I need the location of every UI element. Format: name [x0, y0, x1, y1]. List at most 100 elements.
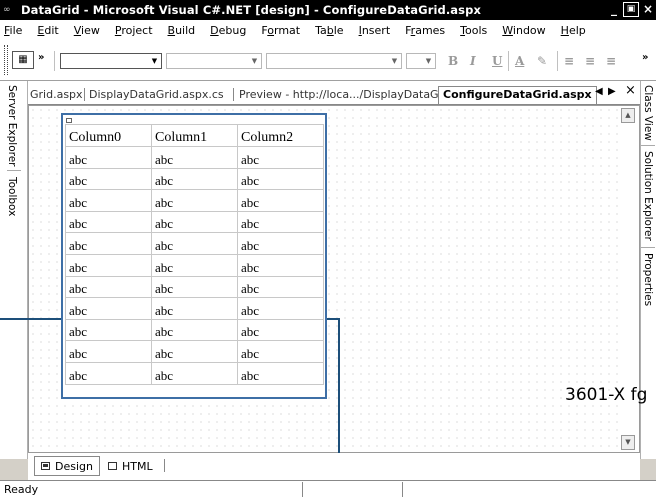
layout-grid-icon[interactable]: ▦	[12, 51, 34, 69]
table-cell: abc	[237, 232, 324, 255]
table-row: abc abc abc	[65, 146, 324, 169]
table-cell: abc	[151, 253, 238, 277]
menu-project[interactable]: Project	[115, 24, 153, 37]
toolbox-tab[interactable]: Toolbox	[6, 177, 18, 216]
table-cell: abc	[151, 297, 238, 320]
italic-button[interactable]: I	[470, 54, 476, 68]
solution-explorer-tab[interactable]: Solution Explorer	[642, 151, 654, 241]
font-color-button[interactable]: A	[515, 54, 524, 68]
table-cell: abc	[65, 253, 152, 277]
toolbar-separator	[54, 51, 55, 71]
menu-build[interactable]: Build	[168, 24, 196, 37]
table-cell: abc	[151, 318, 238, 342]
table-cell: abc	[151, 146, 238, 169]
properties-tab[interactable]: Properties	[642, 253, 654, 306]
bold-button[interactable]: B	[448, 54, 458, 68]
menu-format[interactable]: Format	[261, 24, 300, 37]
table-cell: abc	[65, 340, 152, 363]
close-document-icon[interactable]: ×	[625, 83, 636, 98]
design-view-tab[interactable]: Design	[34, 456, 100, 476]
menu-help[interactable]: Help	[561, 24, 586, 37]
table-row: abc abc abc	[65, 189, 324, 212]
minimize-button[interactable]: _	[606, 2, 622, 17]
menu-frames[interactable]: Frames	[405, 24, 445, 37]
table-cell: abc	[151, 275, 238, 299]
table-cell: abc	[237, 340, 324, 363]
html-view-tab[interactable]: HTML	[102, 456, 159, 476]
table-cell: abc	[237, 275, 324, 299]
server-explorer-tab[interactable]: Server Explorer	[6, 85, 18, 167]
tab-divider	[164, 459, 165, 472]
design-view-label: Design	[55, 459, 93, 473]
scroll-down-icon[interactable]: ▼	[621, 435, 635, 450]
chevron-down-icon: ▼	[391, 57, 398, 65]
table-row: abc abc abc	[65, 253, 324, 277]
table-cell: abc	[65, 146, 152, 169]
column-header: Column1	[151, 124, 238, 147]
table-cell: abc	[237, 297, 324, 320]
table-cell: abc	[65, 167, 152, 191]
toolbar-overflow-chevron[interactable]: »	[38, 52, 44, 63]
menu-edit[interactable]: Edit	[37, 24, 58, 37]
tab-scroll-right-icon[interactable]: ▶	[608, 86, 616, 97]
table-cell: abc	[151, 189, 238, 212]
table-cell: abc	[237, 253, 324, 277]
style-combo[interactable]: ▼	[406, 53, 436, 69]
align-right-icon[interactable]: ≡	[606, 54, 616, 68]
close-button[interactable]: ×	[640, 2, 656, 17]
html-view-icon	[108, 462, 117, 470]
table-cell: abc	[65, 361, 152, 385]
datagrid-table: Column0 Column1 Column2 abc abc abc abc abc a…	[65, 124, 324, 385]
doc-tab-configuredatagrid[interactable]: ConfigureDataGrid.aspx	[438, 86, 597, 104]
document-tabs: Grid.aspx DisplayDataGrid.aspx.cs Previe…	[28, 81, 640, 105]
align-left-icon[interactable]: ≡	[564, 54, 574, 68]
callout-line-left	[0, 318, 61, 320]
class-view-tab[interactable]: Class View	[642, 85, 654, 141]
align-center-icon[interactable]: ≡	[585, 54, 595, 68]
restore-button[interactable]: ▣	[623, 2, 639, 17]
control-glyph-icon[interactable]	[66, 118, 72, 123]
table-cell: abc	[151, 167, 238, 191]
figure-id: 3601-X fg	[565, 385, 648, 405]
tab-divider	[233, 88, 234, 101]
datagrid-control[interactable]: Column0 Column1 Column2 abc abc abc abc abc a…	[61, 113, 327, 399]
status-text: Ready	[4, 483, 39, 496]
title-bar: ∞ DataGrid - Microsoft Visual C#.NET [de…	[0, 0, 656, 20]
tab-scroll-left-icon[interactable]: ◀	[595, 86, 603, 97]
toolbar-grip[interactable]	[4, 45, 8, 75]
view-tabs: Design HTML	[28, 453, 640, 480]
menu-insert[interactable]: Insert	[359, 24, 391, 37]
toolbar-separator	[557, 51, 558, 71]
html-view-label: HTML	[122, 459, 153, 473]
tab-divider	[641, 145, 655, 146]
table-row: abc abc abc	[65, 232, 324, 255]
tab-divider	[641, 247, 655, 248]
toolbar-overflow-chevron[interactable]: »	[642, 52, 648, 63]
table-cell: abc	[65, 275, 152, 299]
table-header-row: Column0 Column1 Column2	[65, 124, 324, 147]
doc-tab-displaydatagrid-cs[interactable]: DisplayDataGrid.aspx.cs	[89, 88, 224, 101]
menu-debug[interactable]: Debug	[210, 24, 246, 37]
table-cell: abc	[65, 189, 152, 212]
menu-window[interactable]: Window	[502, 24, 545, 37]
menu-view[interactable]: View	[74, 24, 100, 37]
table-cell: abc	[151, 340, 238, 363]
menu-file[interactable]: File	[4, 24, 22, 37]
menu-tools[interactable]: Tools	[460, 24, 487, 37]
font-size-combo[interactable]: ▼	[266, 53, 402, 69]
doc-tab-grid[interactable]: Grid.aspx	[30, 88, 83, 101]
menu-table[interactable]: Table	[315, 24, 343, 37]
table-row: abc abc abc	[65, 275, 324, 299]
highlight-icon[interactable]: ✎	[537, 54, 547, 68]
scroll-up-icon[interactable]: ▲	[621, 108, 635, 123]
tab-divider	[84, 88, 85, 101]
table-cell: abc	[151, 361, 238, 385]
table-cell: abc	[237, 146, 324, 169]
block-format-combo[interactable]: ▼	[60, 53, 162, 69]
table-cell: abc	[237, 318, 324, 342]
underline-button[interactable]: U	[492, 54, 502, 68]
window-controls: _ ▣ ×	[605, 2, 656, 17]
vs-app-icon[interactable]: ∞	[3, 4, 17, 16]
font-name-combo[interactable]: ▼	[166, 53, 262, 69]
table-cell: abc	[237, 189, 324, 212]
